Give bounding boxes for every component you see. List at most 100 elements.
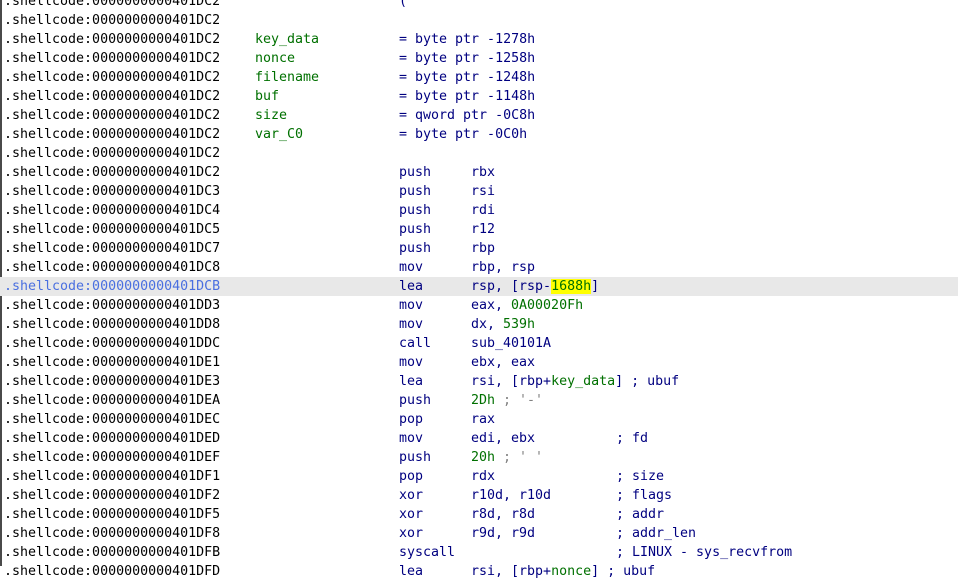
stack-variable-name[interactable]: nonce xyxy=(255,49,295,68)
listing-line[interactable]: .shellcode:0000000000401DC2 buf = byte ptr… xyxy=(0,87,958,106)
listing-line[interactable]: .shellcode:0000000000401DD3 mov eax, 0A000… xyxy=(0,296,958,315)
instruction-operands[interactable]: rsp, [rsp-1688h] xyxy=(471,277,599,296)
instruction-operands[interactable]: rax xyxy=(471,410,495,429)
operand-value[interactable]: 539h xyxy=(503,317,535,332)
line-address[interactable]: .shellcode:0000000000401DC2 xyxy=(4,30,220,49)
listing-line[interactable]: .shellcode:0000000000401DC3 push rsi xyxy=(0,182,958,201)
instruction-operands[interactable]: edi, ebx xyxy=(471,429,535,448)
instruction-operands[interactable]: rdx xyxy=(471,467,495,486)
line-address[interactable]: .shellcode:0000000000401DC3 xyxy=(4,182,220,201)
operand-value[interactable]: key_data xyxy=(551,374,615,389)
listing-line[interactable]: .shellcode:0000000000401DF2 xor r10d, r10d… xyxy=(0,486,958,505)
line-address[interactable]: .shellcode:0000000000401DC2 xyxy=(4,163,220,182)
listing-line[interactable]: .shellcode:0000000000401DEC pop rax xyxy=(0,410,958,429)
instruction-mnemonic[interactable]: push xyxy=(399,448,431,467)
instruction-operands[interactable]: rbp xyxy=(471,239,495,258)
instruction-operands[interactable]: r9d, r9d xyxy=(471,524,535,543)
line-address[interactable]: .shellcode:0000000000401DC2 xyxy=(4,0,220,11)
instruction-mnemonic[interactable]: mov xyxy=(399,258,423,277)
listing-line[interactable]: .shellcode:0000000000401DC4 push rdi xyxy=(0,201,958,220)
instruction-operands[interactable]: rbp, rsp xyxy=(471,258,535,277)
listing-line[interactable]: .shellcode:0000000000401DD8 mov dx, 539h xyxy=(0,315,958,334)
listing-line[interactable]: .shellcode:0000000000401DC2 nonce = byte p… xyxy=(0,49,958,68)
instruction-mnemonic[interactable]: xor xyxy=(399,524,423,543)
line-address[interactable]: .shellcode:0000000000401DC2 xyxy=(4,125,220,144)
line-address[interactable]: .shellcode:0000000000401DF1 xyxy=(4,467,220,486)
instruction-operands[interactable]: 20h ; ' ' xyxy=(471,448,543,467)
stack-variable-name[interactable]: var_C0 xyxy=(255,125,303,144)
line-address[interactable]: .shellcode:0000000000401DFB xyxy=(4,543,220,562)
instruction-mnemonic[interactable]: mov xyxy=(399,296,423,315)
listing-line[interactable]: .shellcode:0000000000401DFD lea rsi, [rbp+… xyxy=(0,562,958,581)
line-address[interactable]: .shellcode:0000000000401DF8 xyxy=(4,524,220,543)
listing-line[interactable]: .shellcode:0000000000401DC8 mov rbp, rsp xyxy=(0,258,958,277)
instruction-mnemonic[interactable]: call xyxy=(399,334,431,353)
instruction-operands[interactable]: ebx, eax xyxy=(471,353,535,372)
instruction-mnemonic[interactable]: mov xyxy=(399,429,423,448)
listing-line[interactable]: .shellcode:0000000000401DED mov edi, ebx ; … xyxy=(0,429,958,448)
line-address[interactable]: .shellcode:0000000000401DC5 xyxy=(4,220,220,239)
listing-line[interactable]: .shellcode:0000000000401DEF push 20h ; ' ' xyxy=(0,448,958,467)
listing-line[interactable]: .shellcode:0000000000401DC2 key_data = byt… xyxy=(0,30,958,49)
stack-variable-name[interactable]: key_data xyxy=(255,30,319,49)
listing-line[interactable]: .shellcode:0000000000401DDC call sub_40101… xyxy=(0,334,958,353)
line-address[interactable]: .shellcode:0000000000401DC4 xyxy=(4,201,220,220)
line-address[interactable]: .shellcode:0000000000401DC2 xyxy=(4,68,220,87)
line-address[interactable]: .shellcode:0000000000401DC2 xyxy=(4,11,220,30)
instruction-mnemonic[interactable]: push xyxy=(399,391,431,410)
stack-variable-name[interactable]: size xyxy=(255,106,287,125)
line-address[interactable]: .shellcode:0000000000401DC2 xyxy=(4,144,220,163)
operand-value[interactable]: 2Dh xyxy=(471,393,495,408)
line-address[interactable]: .shellcode:0000000000401DDC xyxy=(4,334,220,353)
listing-line[interactable]: .shellcode:0000000000401DF1 pop rdx ; size xyxy=(0,467,958,486)
operand-value[interactable]: 20h xyxy=(471,450,495,465)
listing-line[interactable]: .shellcode:0000000000401DC2 filename = byt… xyxy=(0,68,958,87)
listing-line[interactable]: .shellcode:0000000000401DF5 xor r8d, r8d ; … xyxy=(0,505,958,524)
highlighted-operand[interactable]: 1688h xyxy=(551,279,592,294)
disassembly-listing[interactable]: .shellcode:0000000000401DC2(.shellcode:0… xyxy=(0,0,958,581)
listing-line[interactable]: .shellcode:0000000000401DE1 mov ebx, eax xyxy=(0,353,958,372)
line-address[interactable]: .shellcode:0000000000401DFD xyxy=(4,562,220,581)
instruction-operands[interactable]: rdi xyxy=(471,201,495,220)
instruction-mnemonic[interactable]: lea xyxy=(399,372,423,391)
line-address[interactable]: .shellcode:0000000000401DC2 xyxy=(4,49,220,68)
line-address[interactable]: .shellcode:0000000000401DE1 xyxy=(4,353,220,372)
line-address[interactable]: .shellcode:0000000000401DF5 xyxy=(4,505,220,524)
stack-variable-name[interactable]: buf xyxy=(255,87,279,106)
instruction-mnemonic[interactable]: push xyxy=(399,239,431,258)
instruction-operands[interactable]: r8d, r8d xyxy=(471,505,535,524)
instruction-operands[interactable]: 2Dh ; '-' xyxy=(471,391,543,410)
instruction-mnemonic[interactable]: push xyxy=(399,201,431,220)
line-address[interactable]: .shellcode:0000000000401DD3 xyxy=(4,296,220,315)
instruction-operands[interactable]: rsi, [rbp+nonce] ; ubuf xyxy=(471,562,655,581)
instruction-mnemonic[interactable]: mov xyxy=(399,353,423,372)
instruction-mnemonic[interactable]: push xyxy=(399,163,431,182)
instruction-operands[interactable]: r10d, r10d xyxy=(471,486,551,505)
listing-line[interactable]: .shellcode:0000000000401DC2 push rbx xyxy=(0,163,958,182)
instruction-mnemonic[interactable]: mov xyxy=(399,315,423,334)
instruction-mnemonic[interactable]: push xyxy=(399,220,431,239)
line-address[interactable]: .shellcode:0000000000401DCB xyxy=(4,277,220,296)
stack-variable-name[interactable]: filename xyxy=(255,68,319,87)
instruction-mnemonic[interactable]: xor xyxy=(399,486,423,505)
instruction-mnemonic[interactable]: pop xyxy=(399,467,423,486)
instruction-mnemonic[interactable]: push xyxy=(399,182,431,201)
instruction-mnemonic[interactable]: syscall xyxy=(399,543,455,562)
line-address[interactable]: .shellcode:0000000000401DED xyxy=(4,429,220,448)
line-address[interactable]: .shellcode:0000000000401DEF xyxy=(4,448,220,467)
listing-line[interactable]: .shellcode:0000000000401DC2 xyxy=(0,11,958,30)
instruction-operands[interactable]: eax, 0A00020Fh xyxy=(471,296,583,315)
listing-line[interactable]: .shellcode:0000000000401DC2 xyxy=(0,144,958,163)
instruction-operands[interactable]: dx, 539h xyxy=(471,315,535,334)
listing-line[interactable]: .shellcode:0000000000401DC2 ( xyxy=(0,0,958,11)
instruction-operands[interactable]: rsi xyxy=(471,182,495,201)
listing-line[interactable]: .shellcode:0000000000401DE3 lea rsi, [rbp+… xyxy=(0,372,958,391)
listing-line[interactable]: .shellcode:0000000000401DC7 push rbp xyxy=(0,239,958,258)
operand-value[interactable]: nonce xyxy=(551,564,591,579)
instruction-operands[interactable]: sub_40101A xyxy=(471,334,551,353)
line-address[interactable]: .shellcode:0000000000401DEA xyxy=(4,391,220,410)
listing-line[interactable]: .shellcode:0000000000401DC2 size = qword p… xyxy=(0,106,958,125)
listing-line[interactable]: .shellcode:0000000000401DC5 push r12 xyxy=(0,220,958,239)
instruction-mnemonic[interactable]: xor xyxy=(399,505,423,524)
instruction-operands[interactable]: rsi, [rbp+key_data] ; ubuf xyxy=(471,372,679,391)
